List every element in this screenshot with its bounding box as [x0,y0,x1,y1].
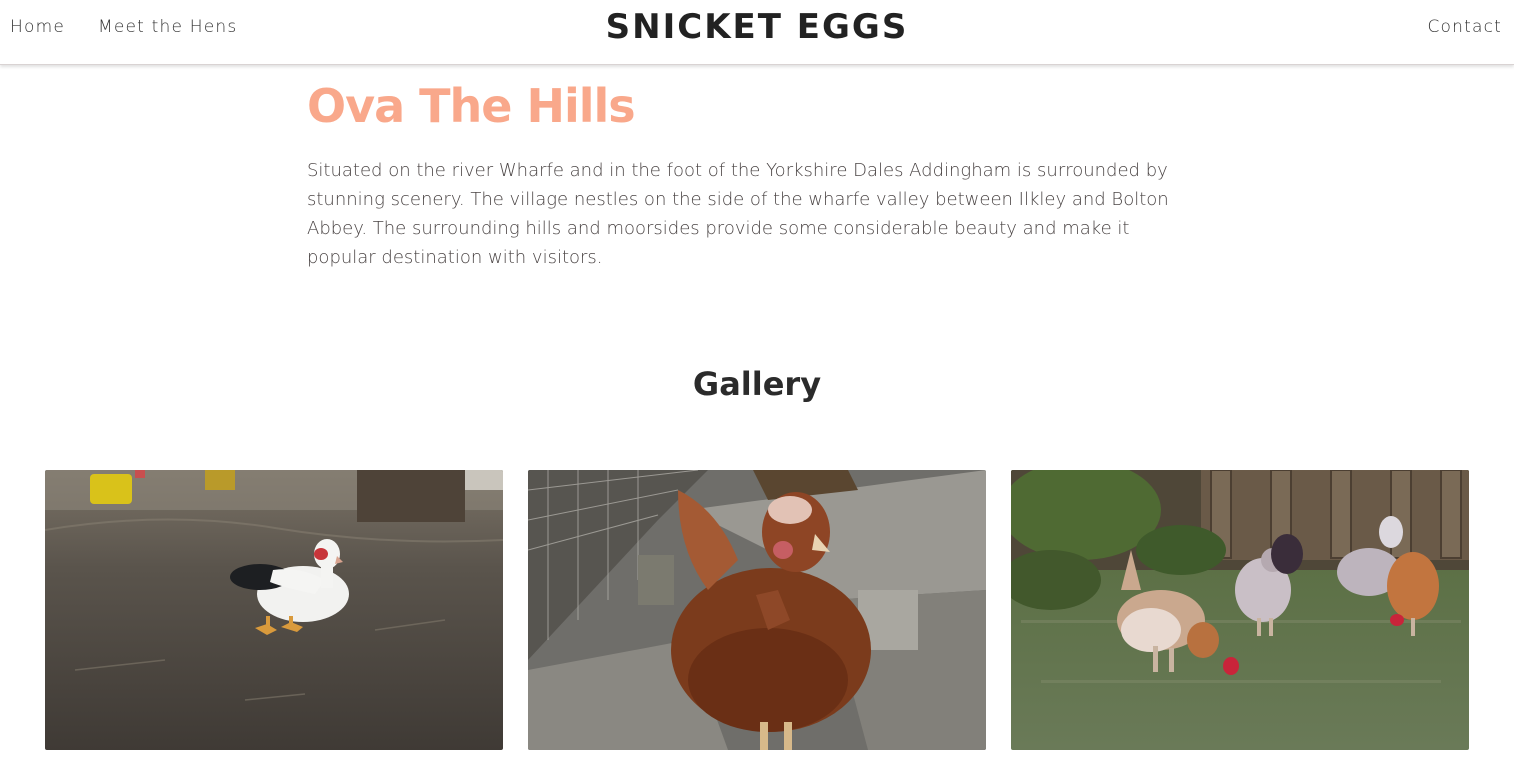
gallery-title: Gallery [692,365,822,403]
nav-contact-link[interactable]: Contact [1427,15,1502,39]
gallery [45,470,1469,750]
gallery-photo-hens-garden[interactable] [1011,470,1469,750]
brand-title[interactable]: SNICKET EGGS [0,6,1514,48]
hen-closeup-photo-image [528,470,986,750]
gallery-photo-hen-closeup[interactable] [528,470,986,750]
navbar: Home Meet the Hens SNICKET EGGS Contact [0,0,1514,65]
duck-photo-image [45,470,503,750]
hens-garden-photo-image [1011,470,1469,750]
intro-paragraph: Situated on the river Wharfe and in the … [307,160,1169,268]
intro-section: Ova The Hills Situated on the river Whar… [307,78,1207,272]
gallery-photo-duck[interactable] [45,470,503,750]
page-heading: Ova The Hills [307,79,636,133]
